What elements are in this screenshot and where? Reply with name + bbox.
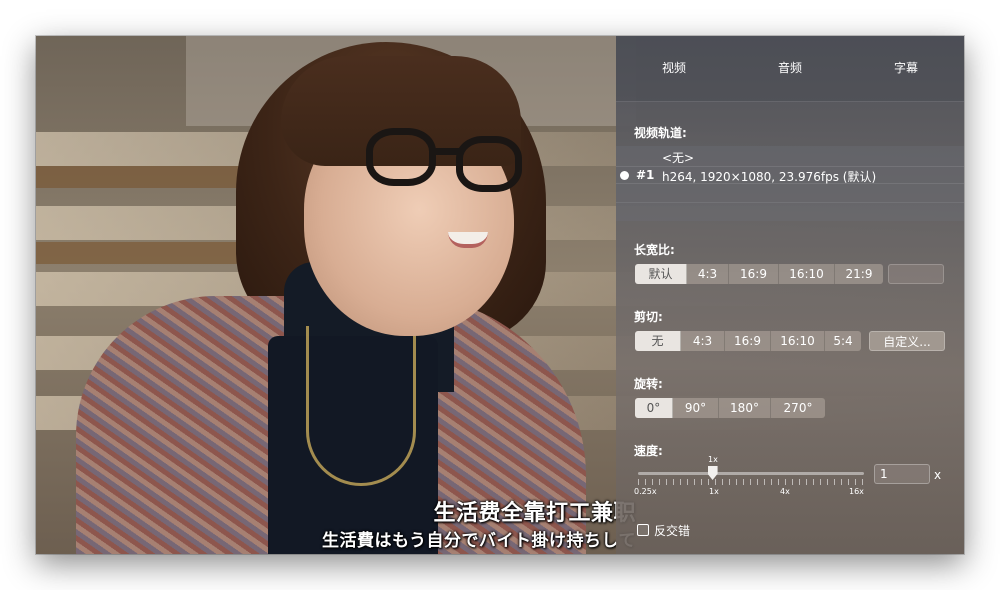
subtitle-line-chinese: 生活费全靠打工兼职 [433, 500, 636, 526]
selected-dot-icon [620, 171, 629, 180]
rotate-option-90[interactable]: 90° [673, 398, 719, 418]
track-option-number: #1 [636, 168, 655, 182]
person [36, 36, 636, 554]
rotate-selector: 0° 90° 180° 270° [635, 398, 825, 418]
player-window: 生活费全靠打工兼职 生活費はもう自分でバイト掛け持ちして 视频 音频 字幕 视频… [36, 36, 964, 554]
tab-audio-label: 音频 [777, 61, 802, 75]
rotate-option-0[interactable]: 0° [635, 398, 673, 418]
track-option-label: h264, 1920×1080, 23.976fps (默认) [662, 170, 877, 184]
tab-subtitles-label: 字幕 [893, 61, 918, 75]
aspect-option-21-9[interactable]: 21:9 [835, 264, 883, 284]
speed-current-label: 1x [708, 455, 718, 464]
speed-slider-track[interactable] [638, 472, 864, 475]
rotate-option-180[interactable]: 180° [719, 398, 771, 418]
panel-tabs: 视频 音频 字幕 [616, 36, 964, 102]
necklace [306, 326, 416, 486]
deinterlace-checkbox[interactable] [637, 524, 649, 536]
speed-tick-label: 1x [709, 487, 719, 496]
glasses-right-lens [456, 136, 522, 192]
rotate-option-270[interactable]: 270° [771, 398, 825, 418]
aspect-ratio-selector: 默认 4:3 16:9 16:10 21:9 [635, 264, 883, 284]
rotate-heading: 旋转: [634, 377, 663, 391]
track-list-divider [616, 202, 964, 203]
crop-selector: 无 4:3 16:9 16:10 5:4 [635, 331, 861, 351]
tab-video-label: 视频 [661, 61, 686, 75]
aspect-option-16-10[interactable]: 16:10 [779, 264, 835, 284]
tab-audio[interactable]: 音频 [732, 36, 848, 102]
glasses-left-lens [366, 128, 436, 186]
glasses-bridge [432, 148, 460, 155]
speed-unit-label: x [934, 468, 942, 482]
speed-tick-label: 4x [780, 487, 790, 496]
tab-video[interactable]: 视频 [616, 36, 732, 102]
crop-custom-button[interactable]: 自定义... [869, 331, 945, 351]
subtitle-line-japanese: 生活費はもう自分でバイト掛け持ちして [322, 531, 636, 551]
deinterlace-label: 反交错 [654, 524, 691, 538]
speed-tick-label: 16x [849, 487, 864, 496]
speed-slider-thumb[interactable] [707, 466, 718, 480]
track-option-none[interactable]: <无> [616, 148, 964, 166]
crop-option-none[interactable]: 无 [635, 331, 681, 351]
crop-option-5-4[interactable]: 5:4 [825, 331, 861, 351]
aspect-option-16-9[interactable]: 16:9 [729, 264, 779, 284]
speed-heading: 速度: [634, 444, 663, 458]
track-option-1[interactable]: #1 h264, 1920×1080, 23.976fps (默认) [616, 166, 964, 184]
aspect-option-default[interactable]: 默认 [635, 264, 687, 284]
aspect-option-4-3[interactable]: 4:3 [687, 264, 729, 284]
track-option-label: <无> [662, 151, 695, 165]
crop-option-16-9[interactable]: 16:9 [725, 331, 771, 351]
video-track-list: <无> #1 h264, 1920×1080, 23.976fps (默认) [616, 146, 964, 221]
aspect-custom-field[interactable] [888, 264, 944, 284]
tab-subtitles[interactable]: 字幕 [848, 36, 964, 102]
speed-input[interactable] [874, 464, 930, 484]
aspect-ratio-heading: 长宽比: [634, 243, 675, 257]
crop-heading: 剪切: [634, 310, 663, 324]
speed-slider-ticks [638, 479, 864, 485]
crop-option-16-10[interactable]: 16:10 [771, 331, 825, 351]
crop-option-4-3[interactable]: 4:3 [681, 331, 725, 351]
speed-tick-label: 0.25x [634, 487, 657, 496]
video-track-heading: 视频轨道: [634, 126, 687, 140]
video-settings-panel: 视频 音频 字幕 视频轨道: <无> #1 h264, 1920×1080, 2… [616, 36, 964, 554]
